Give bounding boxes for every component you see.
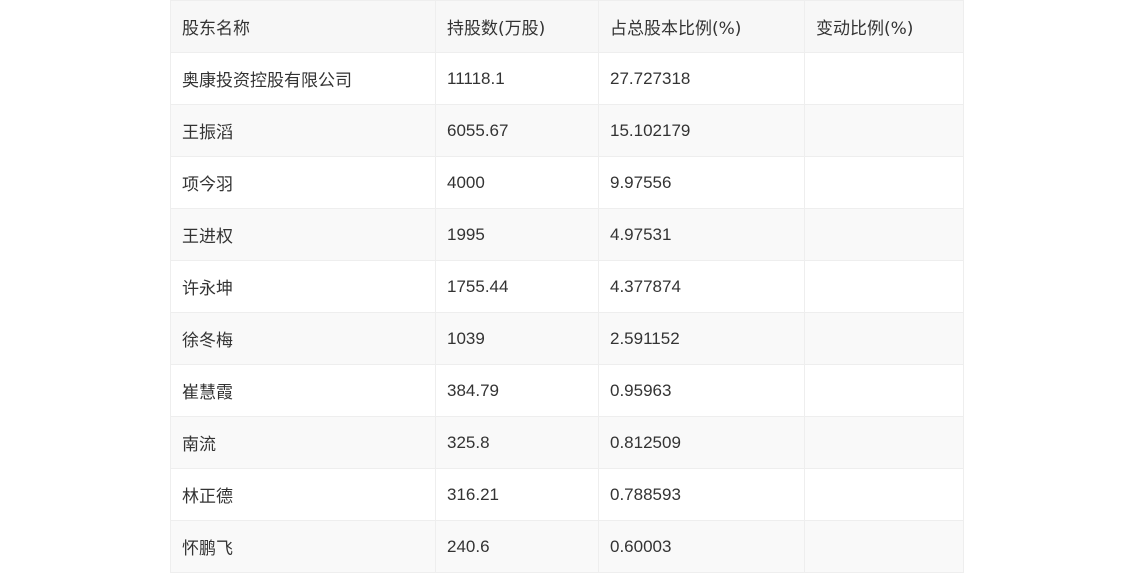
table-row: 崔慧霞 384.79 0.95963 bbox=[170, 364, 964, 417]
cell-shareholder-name: 怀鹏飞 bbox=[170, 520, 436, 573]
table-row: 南流 325.8 0.812509 bbox=[170, 416, 964, 469]
cell-share-ratio: 4.377874 bbox=[598, 260, 805, 313]
cell-shares-held: 1995 bbox=[435, 208, 599, 261]
cell-shareholder-name: 王进权 bbox=[170, 208, 436, 261]
cell-shares-held: 384.79 bbox=[435, 364, 599, 417]
cell-share-ratio: 0.60003 bbox=[598, 520, 805, 573]
table-row: 奥康投资控股有限公司 11118.1 27.727318 bbox=[170, 52, 964, 105]
cell-share-ratio: 0.95963 bbox=[598, 364, 805, 417]
table-row: 项今羽 4000 9.97556 bbox=[170, 156, 964, 209]
cell-change-ratio bbox=[804, 364, 964, 417]
header-change-ratio: 变动比例(%) bbox=[804, 0, 964, 53]
header-shares-held: 持股数(万股) bbox=[435, 0, 599, 53]
cell-shares-held: 1755.44 bbox=[435, 260, 599, 313]
cell-shares-held: 325.8 bbox=[435, 416, 599, 469]
cell-shareholder-name: 王振滔 bbox=[170, 104, 436, 157]
cell-share-ratio: 0.812509 bbox=[598, 416, 805, 469]
cell-change-ratio bbox=[804, 208, 964, 261]
header-shareholder-name: 股东名称 bbox=[170, 0, 436, 53]
cell-change-ratio bbox=[804, 52, 964, 105]
cell-shares-held: 240.6 bbox=[435, 520, 599, 573]
cell-change-ratio bbox=[804, 416, 964, 469]
cell-shares-held: 11118.1 bbox=[435, 52, 599, 105]
cell-change-ratio bbox=[804, 260, 964, 313]
cell-shareholder-name: 林正德 bbox=[170, 468, 436, 521]
cell-shareholder-name: 奥康投资控股有限公司 bbox=[170, 52, 436, 105]
cell-shareholder-name: 项今羽 bbox=[170, 156, 436, 209]
cell-change-ratio bbox=[804, 520, 964, 573]
cell-shareholder-name: 许永坤 bbox=[170, 260, 436, 313]
cell-shares-held: 316.21 bbox=[435, 468, 599, 521]
table-row: 徐冬梅 1039 2.591152 bbox=[170, 312, 964, 365]
table-row: 林正德 316.21 0.788593 bbox=[170, 468, 964, 521]
cell-shares-held: 4000 bbox=[435, 156, 599, 209]
shareholder-table: 股东名称 持股数(万股) 占总股本比例(%) 变动比例(%) 奥康投资控股有限公… bbox=[170, 0, 964, 573]
table-row: 怀鹏飞 240.6 0.60003 bbox=[170, 520, 964, 573]
cell-share-ratio: 4.97531 bbox=[598, 208, 805, 261]
cell-shares-held: 1039 bbox=[435, 312, 599, 365]
cell-share-ratio: 27.727318 bbox=[598, 52, 805, 105]
cell-change-ratio bbox=[804, 104, 964, 157]
cell-share-ratio: 9.97556 bbox=[598, 156, 805, 209]
cell-share-ratio: 0.788593 bbox=[598, 468, 805, 521]
header-share-ratio: 占总股本比例(%) bbox=[598, 0, 805, 53]
table-header-row: 股东名称 持股数(万股) 占总股本比例(%) 变动比例(%) bbox=[170, 0, 964, 53]
cell-share-ratio: 15.102179 bbox=[598, 104, 805, 157]
cell-change-ratio bbox=[804, 468, 964, 521]
cell-change-ratio bbox=[804, 156, 964, 209]
table-row: 王进权 1995 4.97531 bbox=[170, 208, 964, 261]
cell-shareholder-name: 南流 bbox=[170, 416, 436, 469]
cell-shareholder-name: 崔慧霞 bbox=[170, 364, 436, 417]
table-row: 王振滔 6055.67 15.102179 bbox=[170, 104, 964, 157]
cell-change-ratio bbox=[804, 312, 964, 365]
cell-shares-held: 6055.67 bbox=[435, 104, 599, 157]
cell-share-ratio: 2.591152 bbox=[598, 312, 805, 365]
shareholder-table-container: 股东名称 持股数(万股) 占总股本比例(%) 变动比例(%) 奥康投资控股有限公… bbox=[170, 0, 964, 573]
table-row: 许永坤 1755.44 4.377874 bbox=[170, 260, 964, 313]
cell-shareholder-name: 徐冬梅 bbox=[170, 312, 436, 365]
